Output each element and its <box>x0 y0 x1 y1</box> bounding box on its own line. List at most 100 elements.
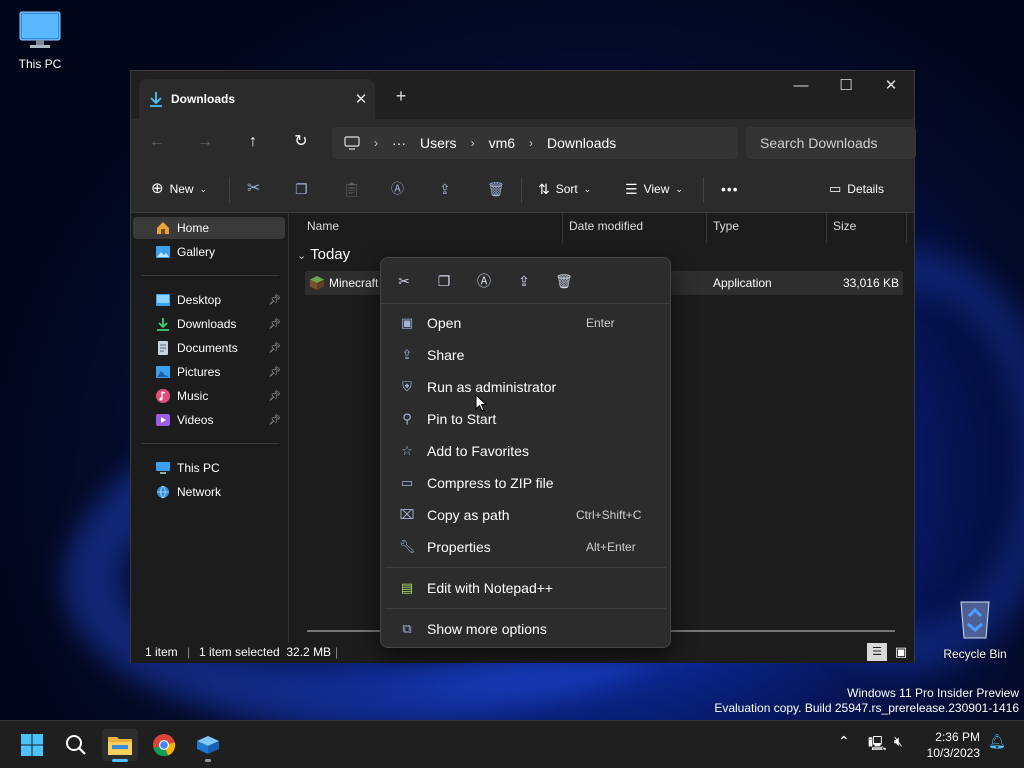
menu-item-edit-with-notepad[interactable]: ▤ Edit with Notepad++ <box>385 573 666 603</box>
network-status-icon[interactable]: 🖳︎ <box>868 733 887 757</box>
cut-button[interactable]: ✂ <box>247 175 260 203</box>
minimize-button[interactable]: — <box>778 71 824 103</box>
sort-button[interactable]: ⇅ Sort ⌄ <box>538 175 591 203</box>
menu-item-show-more-options[interactable]: ⧉ Show more options <box>385 614 666 644</box>
chevron-down-icon: ⌄ <box>199 184 208 194</box>
column-header-size[interactable]: Size <box>827 213 907 243</box>
forward-button[interactable]: → <box>189 127 221 157</box>
rename-icon: Ⓐ <box>391 181 405 196</box>
maximize-button[interactable]: ☐ <box>823 71 869 103</box>
close-button[interactable]: ✕ <box>868 71 914 103</box>
this-pc-icon <box>156 462 170 474</box>
sidebar-item-home[interactable]: Home <box>133 217 285 239</box>
close-tab-icon[interactable]: ✕ <box>347 90 375 108</box>
menu-item-label: Run as administrator <box>427 379 557 395</box>
menu-item-add-to-favorites[interactable]: ☆ Add to Favorites <box>385 436 666 466</box>
menu-item-label: Properties <box>427 539 491 555</box>
taskbar-file-explorer[interactable] <box>102 729 138 762</box>
tab-downloads[interactable]: Downloads ✕ <box>139 79 375 119</box>
breadcrumb-ellipsis[interactable]: ··· <box>392 135 406 151</box>
sidebar-item-documents[interactable]: Documents 📌︎ <box>133 337 285 359</box>
menu-item-copy-as-path[interactable]: ⌧ Copy as path Ctrl+Shift+C <box>385 500 666 530</box>
folder-icon <box>108 737 132 755</box>
column-header-name[interactable]: Name <box>301 213 563 243</box>
sidebar-item-label: Downloads <box>177 317 237 331</box>
menu-item-run-as-administrator[interactable]: ⛨ Run as administrator <box>385 372 666 402</box>
trash-icon[interactable]: 🗑︎ <box>552 270 576 292</box>
view-icon: ☰ <box>625 181 638 197</box>
paste-button[interactable]: 📋︎ <box>343 175 361 203</box>
details-pane-button[interactable]: ▭ Details <box>829 175 884 203</box>
taskbar-app[interactable] <box>190 729 226 762</box>
rename-button[interactable]: Ⓐ <box>391 175 404 203</box>
details-label: Details <box>847 182 884 196</box>
search-input[interactable]: Search Downloads <box>746 127 916 159</box>
pictures-icon <box>156 366 170 378</box>
share-button[interactable]: ⇪ <box>439 175 451 203</box>
column-header-date-modified[interactable]: Date modified <box>563 213 707 243</box>
menu-divider <box>385 567 666 568</box>
chevron-down-icon: ⌄ <box>675 184 683 194</box>
sidebar-item-videos[interactable]: Videos 📌︎ <box>133 409 285 431</box>
pin-icon: 📌︎ <box>268 294 281 306</box>
sidebar-item-label: This PC <box>177 461 220 475</box>
view-button[interactable]: ☰ View ⌄ <box>625 175 683 203</box>
breadcrumb-vm6[interactable]: vm6 <box>489 135 515 151</box>
menu-item-label: Show more options <box>427 621 547 637</box>
new-button[interactable]: ⊕ New ⌄ <box>151 175 207 203</box>
menu-item-open[interactable]: ▣ Open Enter <box>385 308 666 338</box>
pin-icon: 📌︎ <box>268 366 281 378</box>
copy-path-icon: ⌧ <box>399 507 415 522</box>
chevron-right-icon: › <box>529 136 534 150</box>
clock[interactable]: 2:36 PM 10/3/2023 <box>927 729 980 761</box>
group-label: Today <box>310 246 351 263</box>
details-view-icon[interactable]: ☰ <box>867 643 887 661</box>
copy-icon[interactable]: ❐ <box>432 270 456 292</box>
sidebar-item-this-pc[interactable]: This PC <box>133 457 285 479</box>
refresh-button[interactable]: ↻ <box>285 127 317 157</box>
taskbar-chrome[interactable] <box>146 729 182 761</box>
desktop-icon-recycle-bin[interactable]: Recycle Bin <box>935 596 1015 661</box>
sidebar-item-network[interactable]: Network <box>133 481 285 503</box>
group-header-today[interactable]: ⌄ Today <box>297 246 350 263</box>
desktop-icon <box>156 294 170 306</box>
menu-item-pin-to-start[interactable]: ⚲ Pin to Start <box>385 404 666 434</box>
breadcrumb-downloads[interactable]: Downloads <box>547 135 616 151</box>
volume-muted-icon[interactable]: 🔇︎ <box>894 733 903 750</box>
notification-bell-icon[interactable]: 🔔︎ <box>988 733 1006 750</box>
large-icons-view-icon[interactable]: ▣ <box>891 643 911 661</box>
delete-button[interactable]: 🗑︎ <box>487 175 505 203</box>
status-item-count: 1 item <box>145 645 178 659</box>
documents-icon <box>158 341 168 355</box>
cut-icon[interactable]: ✂ <box>392 270 416 292</box>
monitor-icon <box>344 136 360 150</box>
sidebar-item-pictures[interactable]: Pictures 📌︎ <box>133 361 285 383</box>
menu-item-share[interactable]: ⇪ Share <box>385 340 666 370</box>
chevron-right-icon: › <box>374 136 378 150</box>
show-hidden-icons-button[interactable]: ⌃ <box>838 733 850 750</box>
more-options-icon: ⧉ <box>402 621 412 636</box>
up-button[interactable]: ↑ <box>237 127 269 157</box>
menu-item-shortcut: Alt+Enter <box>586 540 636 554</box>
start-button[interactable] <box>14 729 50 761</box>
search-button[interactable] <box>58 729 94 761</box>
address-bar[interactable]: › ··· Users › vm6 › Downloads <box>332 127 738 159</box>
new-tab-button[interactable]: + <box>389 85 413 109</box>
command-bar: ⊕ New ⌄ ✂ ❐ 📋︎ Ⓐ ⇪ 🗑︎ ⇅ Sort ⌄ ☰ View ⌄ … <box>131 165 914 213</box>
sidebar-item-downloads[interactable]: Downloads 📌︎ <box>133 313 285 335</box>
share-icon[interactable]: ⇪ <box>512 270 536 292</box>
menu-item-properties[interactable]: 🔧︎ Properties Alt+Enter <box>385 532 666 562</box>
rename-icon[interactable]: Ⓐ <box>472 270 496 292</box>
copy-button[interactable]: ❐ <box>295 175 308 203</box>
sidebar-item-music[interactable]: Music 📌︎ <box>133 385 285 407</box>
more-options-button[interactable]: ••• <box>721 175 739 203</box>
menu-item-compress-zip[interactable]: ▭ Compress to ZIP file <box>385 468 666 498</box>
chevron-down-icon: ⌄ <box>297 250 307 262</box>
column-header-type[interactable]: Type <box>707 213 827 243</box>
desktop-icon-this-pc[interactable]: This PC <box>0 10 80 71</box>
breadcrumb-users[interactable]: Users <box>420 135 457 151</box>
sidebar-item-desktop[interactable]: Desktop 📌︎ <box>133 289 285 311</box>
copy-icon: ❐ <box>295 181 308 197</box>
back-button[interactable]: ← <box>141 127 173 157</box>
sidebar-item-gallery[interactable]: Gallery <box>133 241 285 263</box>
